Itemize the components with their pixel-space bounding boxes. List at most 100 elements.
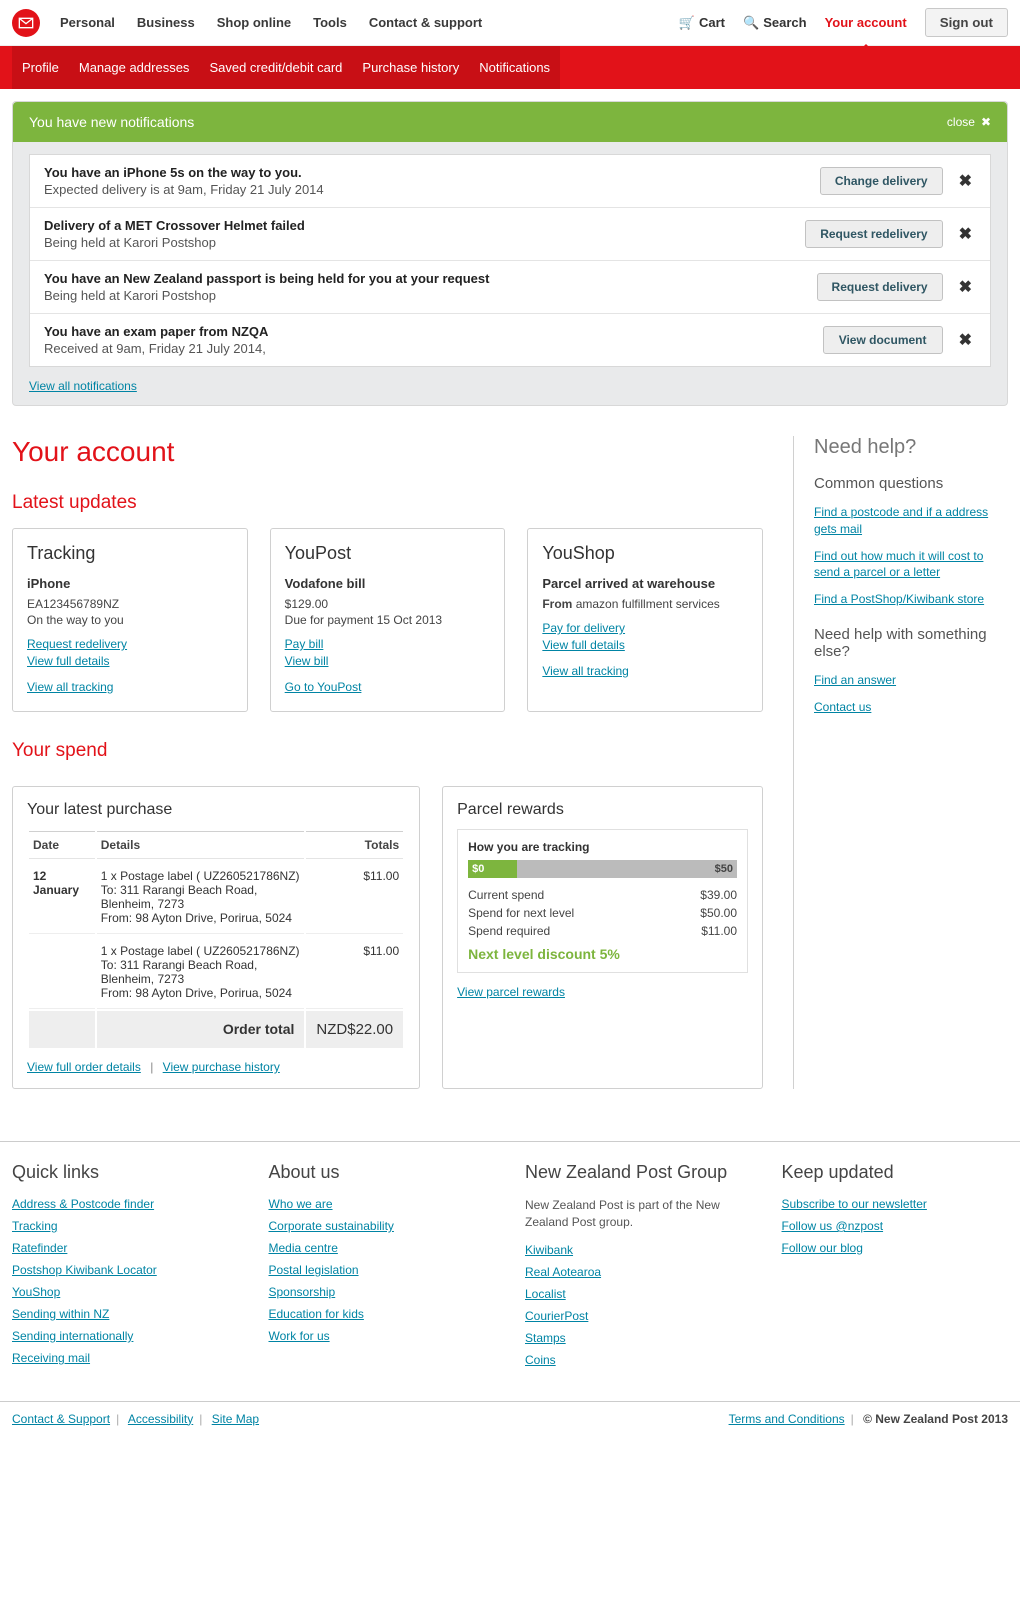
latest-purchase-title: Your latest purchase [27, 801, 405, 819]
cart-icon: 🛒 [679, 15, 695, 31]
youshop-card: YouShop Parcel arrived at warehouse From… [527, 528, 763, 712]
notif-dismiss-icon[interactable]: ✖ [955, 277, 976, 297]
footer-link[interactable]: Sending internationally [12, 1329, 239, 1343]
quick-title: Quick links [12, 1162, 239, 1183]
footer-link[interactable]: Postshop Kiwibank Locator [12, 1263, 239, 1277]
notif-action-button[interactable]: Request redelivery [805, 220, 942, 248]
footer-link[interactable]: CourierPost [525, 1309, 752, 1323]
help-link[interactable]: Find an answer [814, 672, 1008, 689]
notif-action-button[interactable]: View document [823, 326, 943, 354]
footer-link[interactable]: Receiving mail [12, 1351, 239, 1365]
footer-link[interactable]: Ratefinder [12, 1241, 239, 1255]
footer-link[interactable]: YouShop [12, 1285, 239, 1299]
nav-business[interactable]: Business [137, 15, 195, 30]
notif-dismiss-icon[interactable]: ✖ [955, 171, 976, 191]
footer-link[interactable]: Localist [525, 1287, 752, 1301]
account-link[interactable]: Your account [825, 15, 907, 30]
cell-date: 12 January [29, 861, 95, 934]
sign-out-button[interactable]: Sign out [925, 8, 1008, 37]
notif-title: You have an New Zealand passport is bein… [44, 271, 805, 286]
notif-dismiss-icon[interactable]: ✖ [955, 224, 976, 244]
youpost-view[interactable]: View bill [285, 654, 491, 668]
youpost-pay[interactable]: Pay bill [285, 637, 491, 651]
nav-tools[interactable]: Tools [313, 15, 347, 30]
notifications-close[interactable]: close ✖ [947, 115, 991, 129]
youshop-all[interactable]: View all tracking [542, 664, 748, 678]
page-title: Your account [12, 436, 763, 468]
footer-link[interactable]: Tracking [12, 1219, 239, 1233]
youshop-details[interactable]: View full details [542, 638, 748, 652]
nav-personal[interactable]: Personal [60, 15, 115, 30]
footer-link[interactable]: Media centre [269, 1241, 496, 1255]
rewards-line-label: Spend required [468, 924, 550, 938]
notif-dismiss-icon[interactable]: ✖ [955, 330, 976, 350]
footer-link[interactable]: Follow us @nzpost [782, 1219, 1009, 1233]
subnav-profile[interactable]: Profile [12, 46, 69, 89]
subnav-addresses[interactable]: Manage addresses [69, 46, 200, 89]
tracking-card: Tracking iPhone EA123456789NZ On the way… [12, 528, 248, 712]
subnav-history[interactable]: Purchase history [352, 46, 469, 89]
rewards-min: $0 [472, 860, 484, 878]
help-title: Need help? [814, 436, 1008, 459]
view-order-details[interactable]: View full order details [27, 1060, 141, 1074]
footer-link[interactable]: Education for kids [269, 1307, 496, 1321]
common-questions-title: Common questions [814, 475, 1008, 492]
help-link[interactable]: Find a postcode and if a address gets ma… [814, 504, 1008, 538]
col-date: Date [29, 831, 95, 859]
help-link[interactable]: Find out how much it will cost to send a… [814, 548, 1008, 582]
order-total-label: Order total [97, 1011, 305, 1048]
view-all-notifications[interactable]: View all notifications [29, 379, 137, 393]
notification-row: You have an New Zealand passport is bein… [30, 261, 990, 314]
header-actions: 🛒 Cart 🔍 Search Your account Sign out [679, 8, 1008, 37]
youshop-from-value: amazon fulfillment services [576, 597, 720, 611]
nav-contact[interactable]: Contact & support [369, 15, 482, 30]
tracking-all[interactable]: View all tracking [27, 680, 233, 694]
footer-contact[interactable]: Contact & Support [12, 1412, 110, 1426]
cart-link[interactable]: 🛒 Cart [679, 15, 725, 31]
youshop-pay[interactable]: Pay for delivery [542, 621, 748, 635]
youpost-all[interactable]: Go to YouPost [285, 680, 491, 694]
tracking-details[interactable]: View full details [27, 654, 233, 668]
group-text: New Zealand Post is part of the New Zeal… [525, 1197, 752, 1231]
latest-updates-heading: Latest updates [12, 492, 763, 514]
footer-link[interactable]: Subscribe to our newsletter [782, 1197, 1009, 1211]
footer-link[interactable]: Corporate sustainability [269, 1219, 496, 1233]
close-label: close [947, 115, 975, 129]
logo[interactable] [12, 9, 40, 37]
footer-link[interactable]: Follow our blog [782, 1241, 1009, 1255]
footer-link[interactable]: Address & Postcode finder [12, 1197, 239, 1211]
notifications-header: You have new notifications close ✖ [13, 102, 1007, 142]
footer-link[interactable]: Real Aotearoa [525, 1265, 752, 1279]
footer-link[interactable]: Postal legislation [269, 1263, 496, 1277]
notif-sub: Being held at Karori Postshop [44, 288, 805, 303]
notif-action-button[interactable]: Request delivery [817, 273, 943, 301]
notif-action-button[interactable]: Change delivery [820, 167, 943, 195]
view-purchase-history[interactable]: View purchase history [163, 1060, 280, 1074]
footer-link[interactable]: Stamps [525, 1331, 752, 1345]
footer-terms[interactable]: Terms and Conditions [729, 1412, 845, 1426]
footer-link[interactable]: Work for us [269, 1329, 496, 1343]
nav-shop[interactable]: Shop online [217, 15, 291, 30]
footer-sitemap[interactable]: Site Map [212, 1412, 259, 1426]
tracking-redelivery[interactable]: Request redelivery [27, 637, 233, 651]
footer-accessibility[interactable]: Accessibility [128, 1412, 193, 1426]
footer-link[interactable]: Sending within NZ [12, 1307, 239, 1321]
footer-updated: Keep updated Subscribe to our newsletter… [782, 1162, 1009, 1375]
help-link[interactable]: Contact us [814, 699, 1008, 716]
your-spend-heading: Your spend [12, 740, 763, 762]
cell-date [29, 936, 95, 1009]
search-link[interactable]: 🔍 Search [743, 15, 807, 31]
footer-link[interactable]: Sponsorship [269, 1285, 496, 1299]
footer-link[interactable]: Kiwibank [525, 1243, 752, 1257]
notif-title: You have an iPhone 5s on the way to you. [44, 165, 808, 180]
youpost-item: Vodafone bill [285, 576, 491, 591]
rewards-tracking-label: How you are tracking [468, 840, 737, 854]
subnav-notifications[interactable]: Notifications [469, 46, 560, 89]
cell-total: $11.00 [306, 861, 403, 934]
youpost-card: YouPost Vodafone bill $129.00 Due for pa… [270, 528, 506, 712]
rewards-link[interactable]: View parcel rewards [457, 985, 565, 999]
footer-link[interactable]: Who we are [269, 1197, 496, 1211]
footer-link[interactable]: Coins [525, 1353, 752, 1367]
help-link[interactable]: Find a PostShop/Kiwibank store [814, 591, 1008, 608]
subnav-cards[interactable]: Saved credit/debit card [199, 46, 352, 89]
